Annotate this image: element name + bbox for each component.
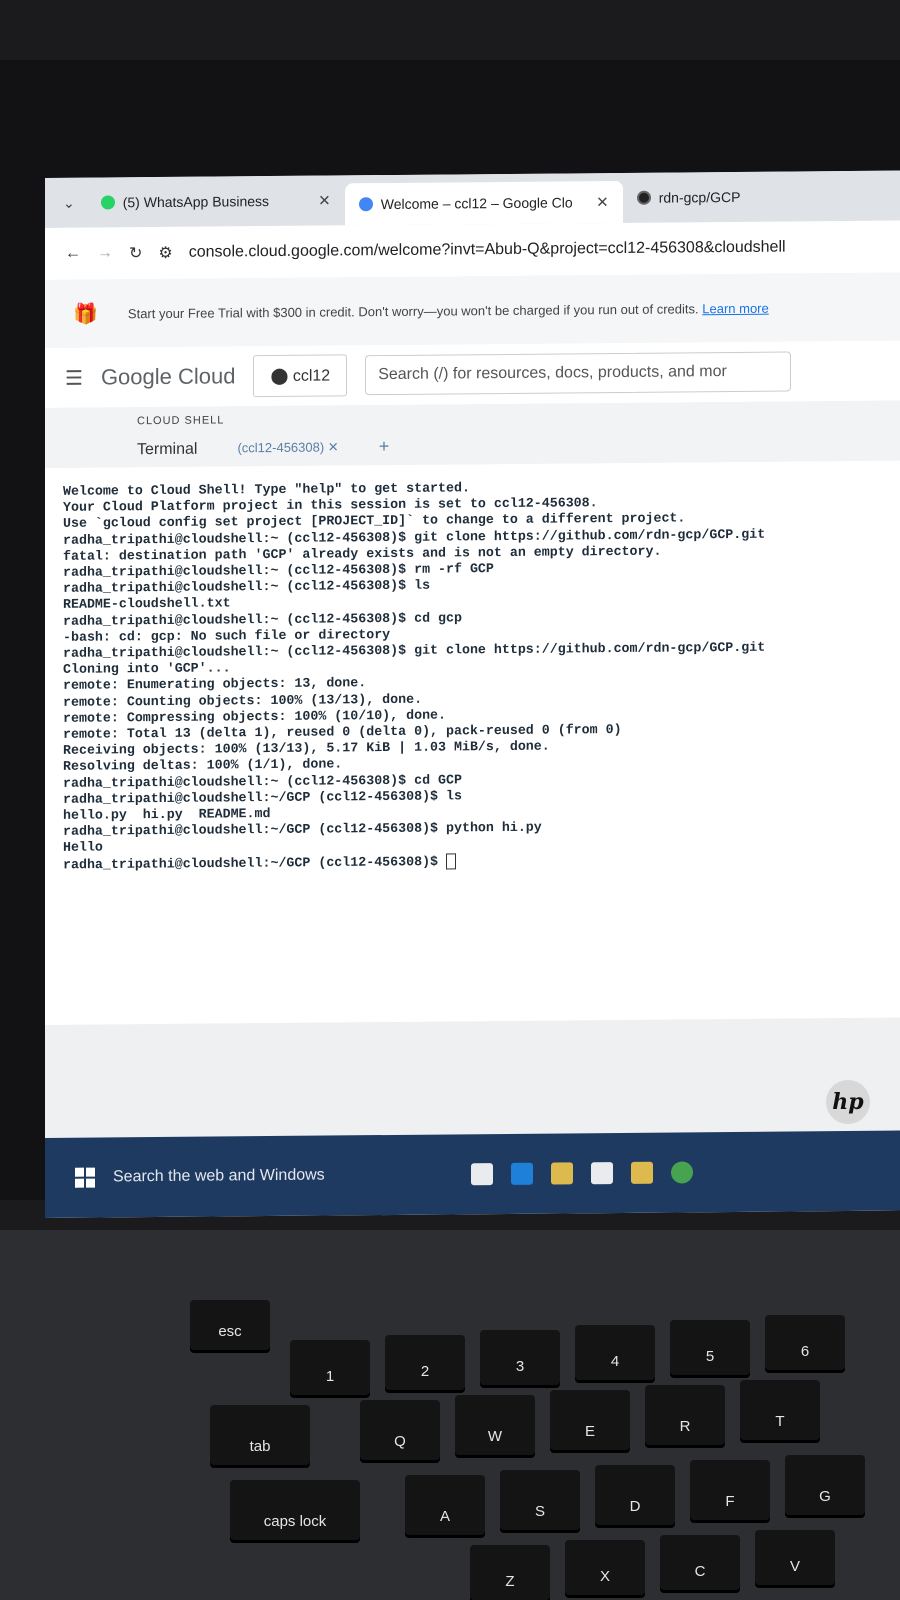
key-d[interactable]: D bbox=[595, 1465, 675, 1525]
free-trial-banner: 🎁 Start your Free Trial with $300 in cre… bbox=[45, 272, 900, 348]
hp-logo: hp bbox=[826, 1080, 870, 1124]
key-f[interactable]: F bbox=[690, 1460, 770, 1520]
key-4[interactable]: 4 bbox=[575, 1325, 655, 1380]
tab-label: Welcome – ccl12 – Google Clo bbox=[380, 194, 573, 213]
project-name: ccl12 bbox=[292, 367, 331, 385]
key-e[interactable]: E bbox=[550, 1390, 630, 1450]
forward-icon[interactable]: → bbox=[97, 244, 113, 262]
laptop-keyboard: esc 1 2 3 4 5 6 tab Q W E R T caps lock … bbox=[0, 1230, 900, 1600]
tab-whatsapp[interactable]: (5) WhatsApp Business ✕ bbox=[87, 182, 345, 220]
whatsapp-icon bbox=[100, 195, 115, 210]
learn-more-link[interactable]: Learn more bbox=[702, 300, 768, 316]
tab-terminal[interactable]: Terminal bbox=[137, 441, 197, 468]
key-z[interactable]: Z bbox=[470, 1545, 550, 1600]
task-view-icon[interactable] bbox=[471, 1163, 493, 1186]
chrome-icon[interactable] bbox=[671, 1161, 693, 1184]
key-1[interactable]: 1 bbox=[290, 1340, 370, 1395]
github-icon bbox=[636, 190, 651, 205]
add-session-button[interactable]: + bbox=[379, 436, 390, 465]
close-icon[interactable]: ✕ bbox=[596, 193, 609, 211]
key-tab[interactable]: tab bbox=[210, 1405, 310, 1465]
key-q[interactable]: Q bbox=[360, 1400, 440, 1460]
key-a[interactable]: A bbox=[405, 1475, 485, 1535]
reload-icon[interactable]: ↻ bbox=[129, 243, 142, 263]
key-c[interactable]: C bbox=[660, 1535, 740, 1590]
laptop-screen: ⌄ (5) WhatsApp Business ✕ Welcome – ccl1… bbox=[45, 170, 900, 1218]
back-icon[interactable]: ← bbox=[65, 245, 81, 263]
url-field[interactable]: console.cloud.google.com/welcome?invt=Ab… bbox=[189, 239, 786, 262]
tab-github[interactable]: rdn-gcp/GCP bbox=[623, 179, 755, 216]
key-g[interactable]: G bbox=[785, 1455, 865, 1515]
chevron-down-icon[interactable]: ⌄ bbox=[45, 194, 87, 211]
key-6[interactable]: 6 bbox=[765, 1315, 845, 1370]
close-icon[interactable]: ✕ bbox=[318, 192, 331, 210]
site-settings-icon[interactable]: ⚙ bbox=[158, 243, 172, 263]
google-cloud-logo[interactable]: Google Cloud bbox=[101, 363, 236, 390]
gift-icon: 🎁 bbox=[73, 303, 98, 326]
project-picker[interactable]: ⬤ ccl12 bbox=[253, 354, 348, 398]
tab-label: rdn-gcp/GCP bbox=[658, 188, 741, 206]
key-x[interactable]: X bbox=[565, 1540, 645, 1595]
tab-google-cloud[interactable]: Welcome – ccl12 – Google Clo ✕ bbox=[344, 180, 623, 226]
key-5[interactable]: 5 bbox=[670, 1320, 750, 1375]
key-caps-lock[interactable]: caps lock bbox=[230, 1480, 360, 1540]
key-v[interactable]: V bbox=[755, 1530, 835, 1585]
console-header: ☰ Google Cloud ⬤ ccl12 Search (/) for re… bbox=[45, 340, 900, 408]
key-t[interactable]: T bbox=[740, 1380, 820, 1440]
cloud-shell-header: CLOUD SHELL Terminal (ccl12-456308) ✕ + bbox=[45, 400, 900, 468]
photo-scene: ⌄ (5) WhatsApp Business ✕ Welcome – ccl1… bbox=[0, 0, 900, 1600]
key-w[interactable]: W bbox=[455, 1395, 535, 1455]
google-cloud-icon bbox=[358, 197, 373, 212]
terminal-output[interactable]: Welcome to Cloud Shell! Type "help" to g… bbox=[45, 460, 900, 1025]
session-tab-label: (ccl12-456308) bbox=[237, 439, 325, 456]
taskbar-search[interactable]: Search the web and Windows bbox=[113, 1165, 453, 1186]
tab-label: (5) WhatsApp Business bbox=[122, 193, 270, 211]
banner-text: Start your Free Trial with $300 in credi… bbox=[127, 300, 699, 321]
edge-icon[interactable] bbox=[511, 1162, 533, 1185]
key-esc[interactable]: esc bbox=[190, 1300, 270, 1350]
key-3[interactable]: 3 bbox=[480, 1330, 560, 1385]
browser-tab-bar: ⌄ (5) WhatsApp Business ✕ Welcome – ccl1… bbox=[45, 170, 900, 228]
address-bar: ← → ↻ ⚙ console.cloud.google.com/welcome… bbox=[45, 220, 900, 280]
terminal-cursor bbox=[446, 853, 457, 870]
key-s[interactable]: S bbox=[500, 1470, 580, 1530]
session-tab[interactable]: (ccl12-456308) ✕ bbox=[237, 439, 338, 466]
store-icon[interactable] bbox=[591, 1162, 613, 1185]
key-2[interactable]: 2 bbox=[385, 1335, 465, 1390]
key-r[interactable]: R bbox=[645, 1385, 725, 1445]
search-input[interactable]: Search (/) for resources, docs, products… bbox=[365, 351, 792, 396]
file-explorer-icon[interactable] bbox=[551, 1162, 573, 1185]
mail-icon[interactable] bbox=[631, 1161, 653, 1184]
windows-taskbar: Search the web and Windows bbox=[45, 1130, 900, 1218]
windows-start-icon[interactable] bbox=[75, 1167, 95, 1188]
menu-icon[interactable]: ☰ bbox=[65, 365, 83, 390]
cloud-shell-label: CLOUD SHELL bbox=[137, 414, 225, 428]
